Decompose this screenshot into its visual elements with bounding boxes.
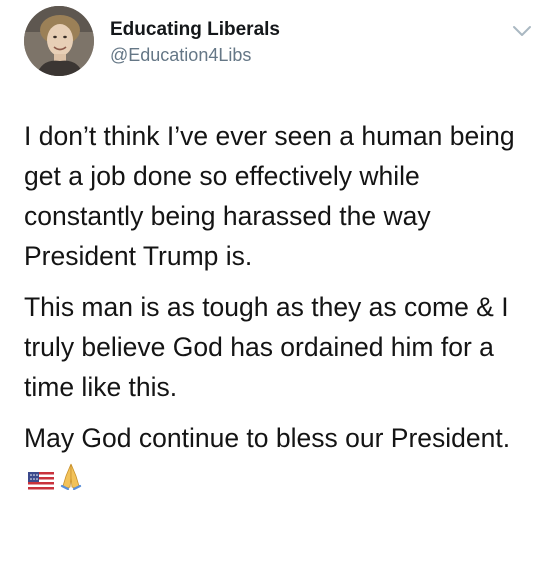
tweet-paragraph-3-text: May God continue to bless our President. — [24, 423, 511, 453]
tweet-paragraph-3: May God continue to bless our President. — [24, 418, 529, 501]
tweet-paragraph-2: This man is as tough as they as come & I… — [24, 292, 509, 402]
folded-hands-emoji — [58, 461, 84, 501]
us-flag-emoji — [28, 461, 54, 501]
tweet-paragraph-1: I don’t think I’ve ever seen a human bei… — [24, 121, 515, 271]
avatar[interactable] — [24, 6, 94, 76]
author-name[interactable]: Educating Liberals — [110, 19, 280, 41]
chevron-down-icon[interactable] — [512, 24, 532, 38]
tweet-card: Educating Liberals @Education4Libs I don… — [0, 0, 548, 571]
author-handle[interactable]: @Education4Libs — [110, 45, 251, 66]
tweet-text: I don’t think I’ve ever seen a human bei… — [24, 116, 529, 501]
